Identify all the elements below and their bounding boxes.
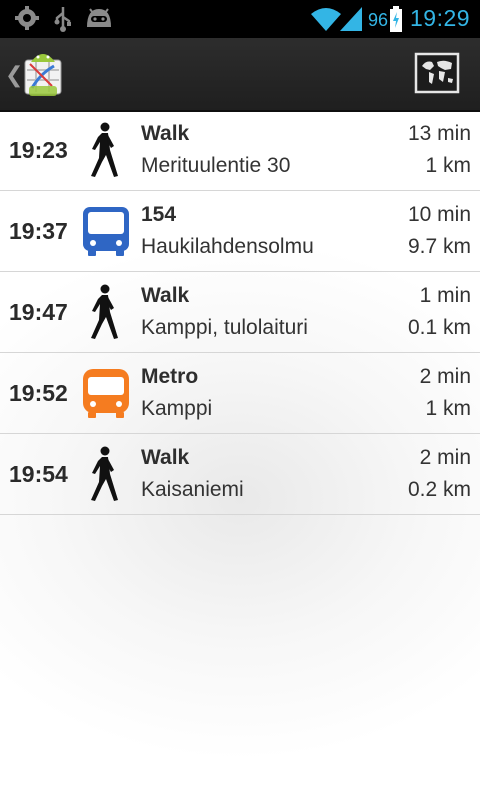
leg-duration: 10 min bbox=[407, 203, 471, 226]
status-bar: 96 19:29 bbox=[0, 0, 480, 38]
leg-title: Walk bbox=[141, 122, 190, 145]
list-item[interactable]: 19:47 Walk Kamppi, tulolaituri 1 min 0.1… bbox=[0, 272, 480, 353]
home-up-button[interactable]: ❮ bbox=[0, 38, 70, 110]
list-item[interactable]: 19:23 Walk Merituulentie 30 13 min 1 km bbox=[0, 110, 480, 191]
bus-icon bbox=[83, 207, 129, 256]
list-item[interactable]: 19:52 Metro Kamppi 2 min 1 km bbox=[0, 353, 480, 434]
walking-person-icon bbox=[91, 446, 118, 501]
leg-duration: 1 min bbox=[419, 284, 471, 307]
leg-duration: 2 min bbox=[419, 446, 471, 469]
walking-person-icon bbox=[91, 122, 118, 177]
walking-person-icon bbox=[91, 284, 118, 339]
action-bar: ❮ bbox=[0, 38, 480, 112]
leg-time: 19:37 bbox=[9, 218, 68, 244]
itinerary-list: 19:23 Walk Merituulentie 30 13 min 1 km … bbox=[0, 110, 480, 515]
leg-title: Walk bbox=[141, 446, 190, 469]
signal-icon bbox=[340, 7, 362, 31]
cyanogen-android-icon bbox=[87, 8, 111, 27]
settings-gear-icon bbox=[15, 6, 39, 30]
android-map-app-icon bbox=[24, 54, 62, 96]
leg-place: Haukilahdensolmu bbox=[141, 235, 314, 258]
leg-time: 19:47 bbox=[9, 299, 68, 325]
metro-icon bbox=[83, 369, 129, 418]
leg-distance: 1 km bbox=[425, 397, 471, 420]
usb-icon bbox=[54, 7, 71, 32]
clock: 19:29 bbox=[410, 5, 471, 31]
leg-place: Kamppi bbox=[141, 397, 213, 420]
list-item[interactable]: 19:37 154 Haukilahdensolmu 10 min 9.7 km bbox=[0, 191, 480, 272]
list-item[interactable]: 19:54 Walk Kaisaniemi 2 min 0.2 km bbox=[0, 434, 480, 515]
leg-distance: 0.1 km bbox=[407, 316, 471, 339]
chevron-left-icon: ❮ bbox=[5, 62, 24, 87]
battery-level: 96 bbox=[368, 10, 389, 30]
leg-time: 19:23 bbox=[9, 137, 68, 163]
leg-distance: 0.2 km bbox=[407, 478, 471, 501]
leg-distance: 9.7 km bbox=[407, 235, 471, 258]
leg-duration: 13 min bbox=[407, 122, 471, 145]
leg-place: Merituulentie 30 bbox=[141, 154, 291, 177]
leg-title: Metro bbox=[141, 365, 199, 388]
leg-distance: 1 km bbox=[425, 154, 471, 177]
battery-charging-icon bbox=[390, 6, 402, 32]
leg-time: 19:54 bbox=[9, 461, 68, 487]
leg-time: 19:52 bbox=[9, 380, 68, 406]
leg-place: Kaisaniemi bbox=[141, 478, 244, 501]
leg-title: Walk bbox=[141, 284, 190, 307]
leg-place: Kamppi, tulolaituri bbox=[141, 316, 308, 339]
leg-title: 154 bbox=[141, 203, 177, 226]
leg-duration: 2 min bbox=[419, 365, 471, 388]
world-map-icon[interactable] bbox=[414, 52, 460, 94]
